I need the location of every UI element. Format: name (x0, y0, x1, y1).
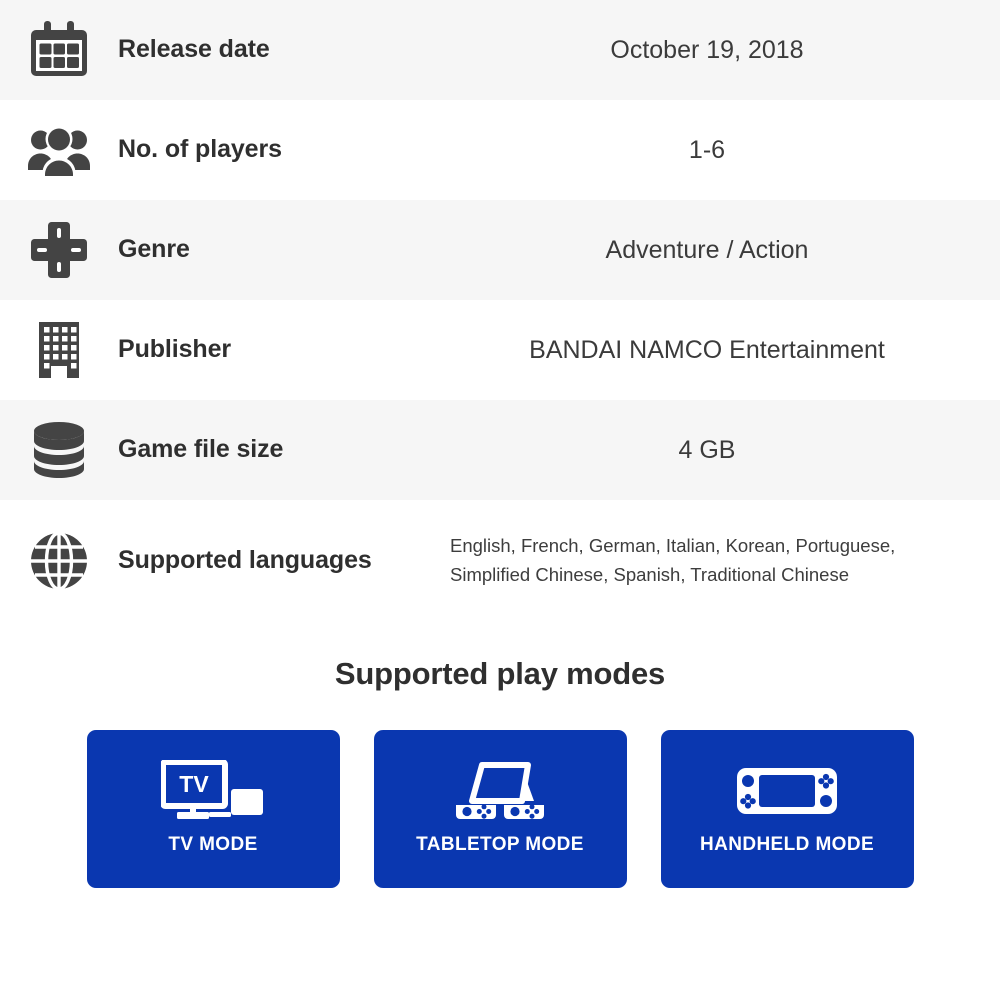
spec-value-cell: 1-6 (448, 135, 1000, 165)
play-mode-card-tabletop[interactable]: TABLETOP MODE (373, 730, 627, 888)
table-row: Supported languages English, French, Ger… (0, 500, 1000, 622)
spec-icon-cell (0, 218, 118, 282)
play-mode-card-handheld[interactable]: HANDHELD MODE (660, 730, 914, 888)
spec-label-cell: No. of players (118, 135, 448, 165)
spec-icon-cell (0, 118, 118, 182)
table-row: Release date October 19, 2018 (0, 0, 1000, 100)
spec-value: BANDAI NAMCO Entertainment (529, 336, 885, 364)
tabletop-mode-icon (450, 754, 550, 828)
spec-label-cell: Genre (118, 235, 448, 265)
spec-value-cell: BANDAI NAMCO Entertainment (448, 335, 1000, 365)
spec-label: Release date (118, 35, 270, 64)
spec-value: 4 GB (678, 436, 736, 464)
spec-icon-cell (0, 18, 118, 82)
spec-label: Genre (118, 235, 190, 264)
spec-label: Publisher (118, 335, 232, 364)
game-spec-table: Release date October 19, 2018 No. of pla… (0, 0, 1000, 622)
spec-label-cell: Publisher (118, 335, 448, 365)
play-mode-card-list: TV TV MODE TABLETOP MODE HANDHELD MODE (0, 692, 1000, 888)
section-title: Supported play modes (334, 656, 666, 691)
players-group-icon (27, 118, 91, 182)
spec-label: Supported languages (118, 546, 372, 575)
play-mode-label: TABLETOP MODE (416, 834, 584, 855)
spec-value: English, French, German, Italian, Korean… (450, 535, 896, 585)
play-mode-label: TV MODE (168, 834, 258, 855)
dpad-icon (27, 218, 91, 282)
globe-icon (27, 529, 91, 593)
spec-value-cell: Adventure / Action (448, 235, 1000, 265)
spec-label-cell: Supported languages (118, 546, 448, 576)
spec-value-cell: October 19, 2018 (448, 35, 1000, 65)
spec-label-cell: Game file size (118, 435, 448, 465)
spec-label: No. of players (118, 135, 282, 164)
building-icon (27, 318, 91, 382)
tv-screen-label: TV (179, 771, 209, 797)
spec-value: October 19, 2018 (610, 36, 804, 64)
game-details-page: Release date October 19, 2018 No. of pla… (0, 0, 1000, 1000)
spec-icon-cell (0, 529, 118, 593)
table-row: No. of players 1-6 (0, 100, 1000, 200)
table-row: Game file size 4 GB (0, 400, 1000, 500)
table-row: Genre Adventure / Action (0, 200, 1000, 300)
spec-value: 1-6 (688, 136, 726, 164)
spec-icon-cell (0, 318, 118, 382)
handheld-mode-icon (735, 754, 839, 828)
spec-value: Adventure / Action (605, 236, 809, 264)
spec-icon-cell (0, 418, 118, 482)
supported-play-modes-section: Supported play modes TV TV MODE TABLETOP… (0, 622, 1000, 888)
spec-label: Game file size (118, 435, 284, 464)
tv-mode-icon: TV (161, 754, 265, 828)
spec-value-cell: English, French, German, Italian, Korean… (448, 532, 1000, 589)
play-mode-card-tv[interactable]: TV TV MODE (86, 730, 340, 888)
spec-label-cell: Release date (118, 35, 448, 65)
table-row: Publisher BANDAI NAMCO Entertainment (0, 300, 1000, 400)
spec-value-cell: 4 GB (448, 435, 1000, 465)
database-icon (27, 418, 91, 482)
play-mode-label: HANDHELD MODE (699, 834, 875, 855)
calendar-icon (27, 18, 91, 82)
